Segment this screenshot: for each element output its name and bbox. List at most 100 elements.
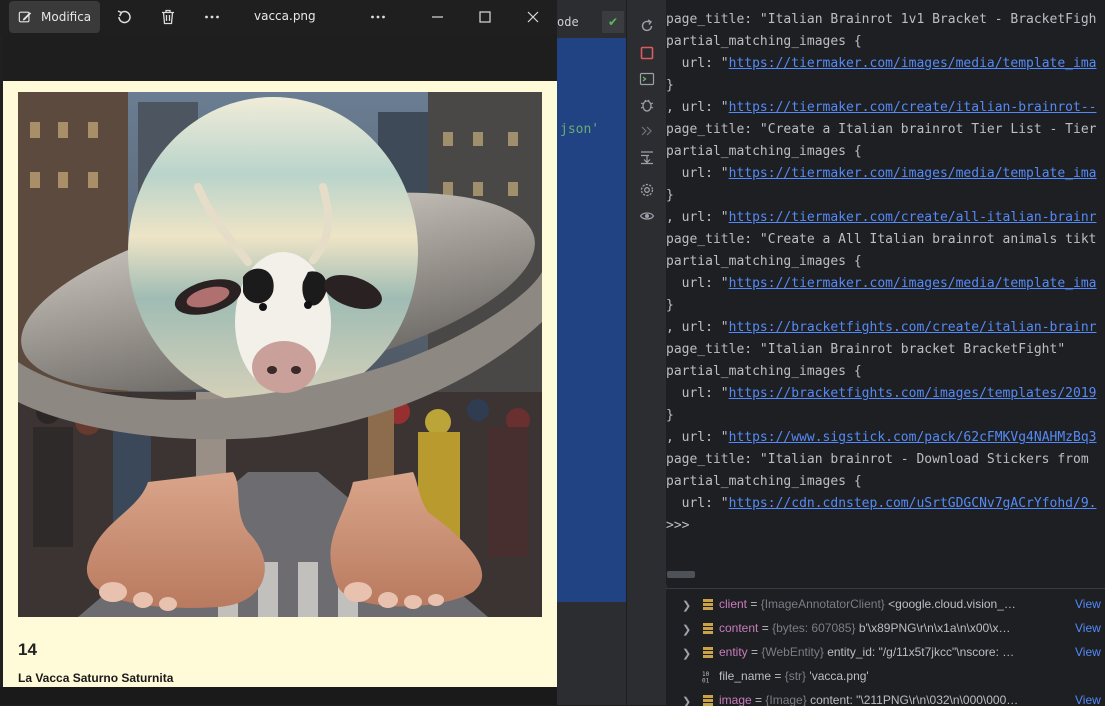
console-link[interactable]: https://tiermaker.com/create/italian-bra… [729,100,1097,115]
editor-fragment: ode ✔ json' [557,0,626,705]
variable-object-icon [703,599,713,610]
variable-value: content: "\211PNG\r\n\032\n\000\000… [810,693,1019,706]
console-line: , url: "https://tiermaker.com/create/all… [666,210,1097,225]
svg-text:01: 01 [702,678,710,684]
variable-type: {bytes: 607085} [772,621,856,635]
variable-object-icon [703,647,713,658]
variable-row[interactable]: ❯ entity = {WebEntity} entity_id: "/g/11… [666,641,1105,665]
edit-icon [18,11,32,23]
close-icon[interactable] [523,7,543,27]
console-line: page_title: "Create a All Italian brainr… [666,232,1097,247]
console-line: url: "https://tiermaker.com/images/media… [666,276,1097,291]
console-line: } [666,78,674,93]
console-output[interactable]: page_title: "Italian Brainrot 1v1 Bracke… [666,0,1105,565]
variable-value: <google.cloud.vision_… [888,597,1016,611]
variable-row[interactable]: ❯ client = {ImageAnnotatorClient} <googl… [666,593,1105,617]
console-prompt-icon[interactable] [639,71,655,87]
cow-saturn-illustration[interactable] [18,92,542,617]
console-prompt[interactable]: >>> [666,515,689,537]
chevron-right-icon[interactable]: ❯ [682,623,691,636]
scrollbar-thumb[interactable] [667,571,695,578]
code-snippet: json' [560,122,600,137]
console-line: partial_matching_images { [666,254,862,269]
maximize-icon[interactable] [475,7,495,27]
console-line: url: "https://tiermaker.com/images/media… [666,166,1097,181]
variable-value: b'\x89PNG\r\n\x1a\n\x00\x… [858,621,1011,635]
console-line: } [666,188,674,203]
view-link[interactable]: View [1075,597,1101,611]
console-line: partial_matching_images { [666,364,862,379]
horizontal-scrollbar[interactable] [666,565,1105,585]
variable-object-icon [703,623,713,634]
console-link[interactable]: https://cdn.cdnstep.com/uSrtGDGCNv7gACrY… [729,496,1097,511]
editor-tab[interactable]: ode [557,11,600,33]
chevron-right-icon[interactable]: ❯ [682,599,691,612]
viewer-bottom-bar [0,687,557,705]
more-options-icon[interactable] [369,8,387,26]
string-variable-icon: 10 01 [702,671,710,684]
console-line: page_title: "Italian Brainrot 1v1 Bracke… [666,12,1097,27]
variable-type: {WebEntity} [761,645,824,659]
view-link[interactable]: View [1075,645,1101,659]
console-link[interactable]: https://tiermaker.com/images/media/templ… [729,276,1097,291]
minimize-icon[interactable] [428,7,448,27]
variable-type: {str} [784,669,807,683]
check-icon: ✔ [602,11,624,33]
console-line: page_title: "Italian brainrot - Download… [666,452,1089,467]
console-line: } [666,298,674,313]
console-line: url: "https://tiermaker.com/images/media… [666,56,1097,71]
variable-value: 'vacca.png' [809,669,869,683]
rerun-icon[interactable] [639,18,655,34]
card-number: 14 [18,640,37,659]
variable-row[interactable]: ❯ image = {Image} content: "\211PNG\r\n\… [666,689,1105,706]
variable-name: image [719,693,752,706]
console-line: partial_matching_images { [666,474,862,489]
console-link[interactable]: https://tiermaker.com/create/all-italian… [729,210,1097,225]
console-toolbar [626,0,667,705]
photo-viewer-window: Modifica vacca.png 14 La Vacca Saturno S… [0,0,557,705]
view-link[interactable]: View [1075,693,1101,706]
window-title: vacca.png [254,9,316,23]
console-line: url: "https://cdn.cdnstep.com/uSrtGDGCNv… [666,496,1097,511]
console-line: page_title: "Italian Brainrot bracket Br… [666,342,1066,357]
debug-icon[interactable] [639,97,655,113]
variable-name: client [719,597,748,611]
console-line: partial_matching_images { [666,34,862,49]
console-link[interactable]: https://bracketfights.com/images/templat… [729,386,1097,401]
console-line: , url: "https://bracketfights.com/create… [666,320,1097,335]
console-link[interactable]: https://tiermaker.com/images/media/templ… [729,166,1097,181]
chevron-right-double-icon[interactable] [639,123,655,139]
variable-name: file_name [719,669,772,683]
console-line: partial_matching_images { [666,144,862,159]
image-card: 14 La Vacca Saturno Saturnita [3,81,557,687]
variables-panel: ❯ client = {ImageAnnotatorClient} <googl… [666,588,1105,706]
chevron-right-icon[interactable]: ❯ [682,647,691,660]
settings-gear-icon[interactable] [639,182,655,198]
console-line: , url: "https://tiermaker.com/create/ita… [666,100,1097,115]
edit-button-label: Modifica [41,10,92,24]
console-line: , url: "https://www.sigstick.com/pack/62… [666,430,1097,445]
more-options-icon[interactable] [203,8,221,26]
trash-icon[interactable] [159,8,177,26]
variable-type: {Image} [765,693,807,706]
console-line: url: "https://bracketfights.com/images/t… [666,386,1097,401]
stop-icon[interactable] [639,45,655,61]
variable-name: content [719,621,759,635]
console-link[interactable]: https://tiermaker.com/images/media/templ… [729,56,1097,71]
variable-row[interactable]: ❯ content = {bytes: 607085} b'\x89PNG\r\… [666,617,1105,641]
variable-row[interactable]: 10 01 file_name = {str} 'vacca.png' [666,665,1105,689]
rotate-icon[interactable] [115,8,133,26]
variable-name: entity [719,645,748,659]
viewer-toolbar: Modifica vacca.png [0,0,557,34]
viewer-background [3,34,557,81]
console-link[interactable]: https://bracketfights.com/create/italian… [729,320,1097,335]
console-line: page_title: "Create a Italian brainrot T… [666,122,1097,137]
console-link[interactable]: https://www.sigstick.com/pack/62cFMKVg4N… [729,430,1097,445]
variable-value: entity_id: "/g/11x5t7jkcc"\nscore: … [827,645,1015,659]
view-link[interactable]: View [1075,621,1101,635]
edit-button[interactable]: Modifica [9,1,100,33]
chevron-right-icon[interactable]: ❯ [682,695,691,706]
eye-icon[interactable] [639,208,655,224]
console-line: } [666,408,674,423]
scroll-to-end-icon[interactable] [639,149,655,165]
